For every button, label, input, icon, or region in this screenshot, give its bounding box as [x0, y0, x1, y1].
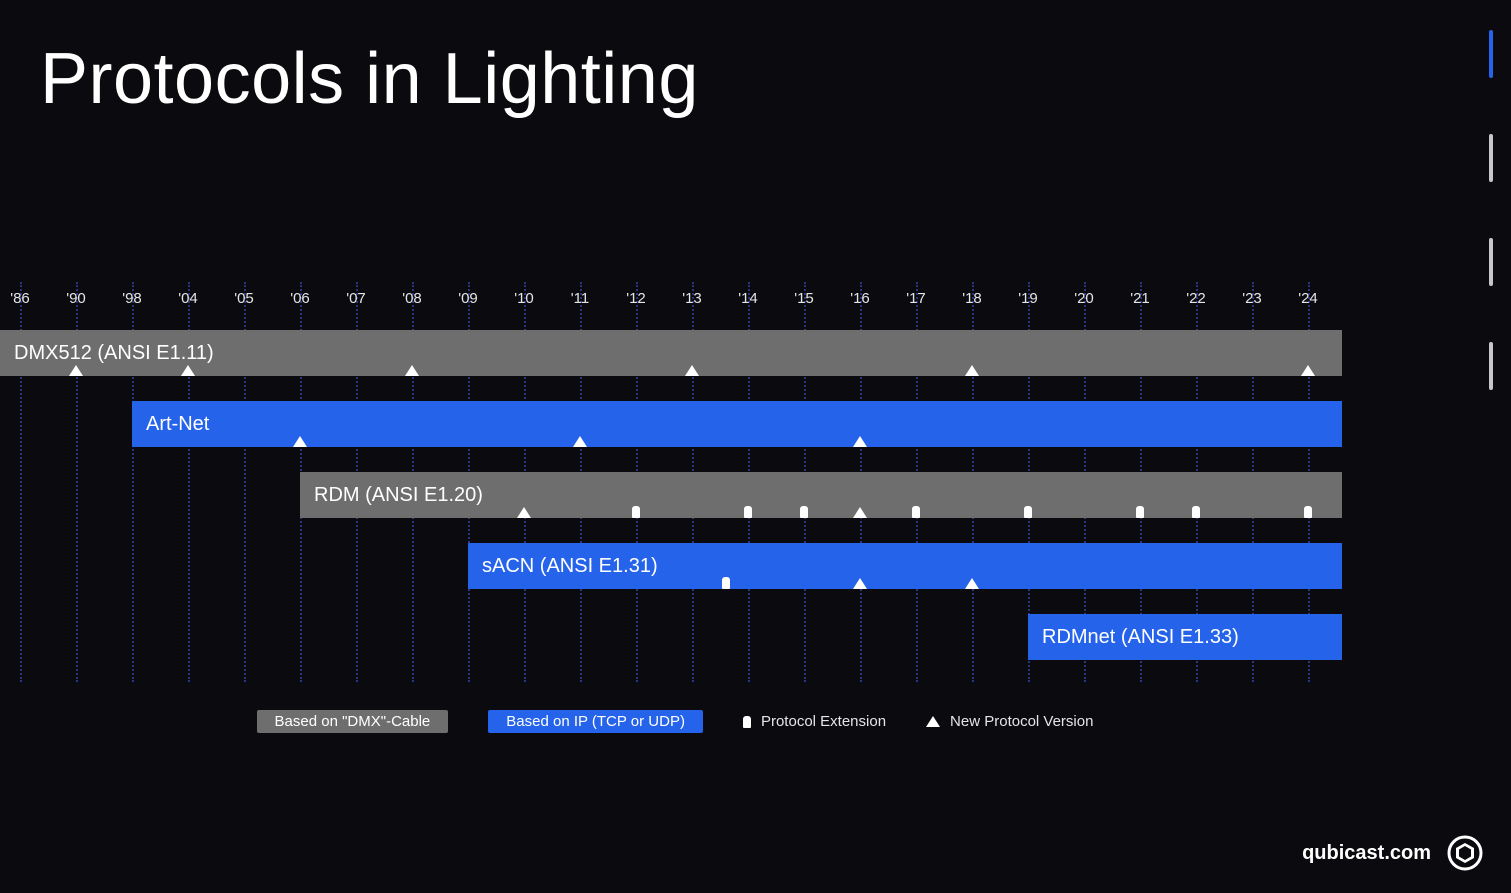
new-version-icon	[965, 365, 979, 376]
new-version-icon	[181, 365, 195, 376]
protocol-extension-icon	[1136, 506, 1144, 518]
progress-dot[interactable]	[1489, 30, 1493, 78]
new-version-icon	[405, 365, 419, 376]
new-version-icon	[853, 436, 867, 447]
protocol-extension-icon	[1304, 506, 1312, 518]
new-version-icon	[293, 436, 307, 447]
legend-version-label: New Protocol Version	[950, 713, 1093, 730]
protocol-extension-icon	[744, 506, 752, 518]
new-version-icon	[1301, 365, 1315, 376]
new-version-icon	[517, 507, 531, 518]
legend-cable: Based on "DMX"-Cable	[257, 710, 449, 733]
progress-dot[interactable]	[1489, 238, 1493, 286]
protocol-extension-icon	[1024, 506, 1032, 518]
legend-extension-label: Protocol Extension	[761, 713, 886, 730]
progress-dot[interactable]	[1489, 134, 1493, 182]
new-version-icon	[685, 365, 699, 376]
protocol-extension-icon	[743, 716, 751, 728]
chart-legend: Based on "DMX"-Cable Based on IP (TCP or…	[0, 710, 1350, 733]
protocol-extension-icon	[800, 506, 808, 518]
protocol-extension-icon	[722, 577, 730, 589]
slide-root: Protocols in Lighting '86'90'98'04'05'06…	[0, 0, 1511, 893]
new-version-icon	[965, 578, 979, 589]
legend-extension: Protocol Extension	[743, 713, 886, 730]
new-version-icon	[573, 436, 587, 447]
protocol-extension-icon	[1192, 506, 1200, 518]
legend-ip: Based on IP (TCP or UDP)	[488, 710, 703, 733]
page-title: Protocols in Lighting	[40, 38, 699, 120]
new-version-icon	[69, 365, 83, 376]
new-version-icon	[926, 716, 940, 727]
new-version-icon	[853, 507, 867, 518]
new-version-icon	[853, 578, 867, 589]
footer-site-label: qubicast.com	[1302, 842, 1431, 865]
slide-progress-indicator	[1489, 30, 1493, 390]
protocol-extension-icon	[632, 506, 640, 518]
timeline-chart: '86'90'98'04'05'06'07'08'09'10'11'12'13'…	[0, 282, 1350, 682]
qubicast-logo-icon	[1447, 835, 1483, 871]
progress-dot[interactable]	[1489, 342, 1493, 390]
footer: qubicast.com	[1302, 835, 1483, 871]
legend-version: New Protocol Version	[926, 713, 1093, 730]
protocol-extension-icon	[912, 506, 920, 518]
